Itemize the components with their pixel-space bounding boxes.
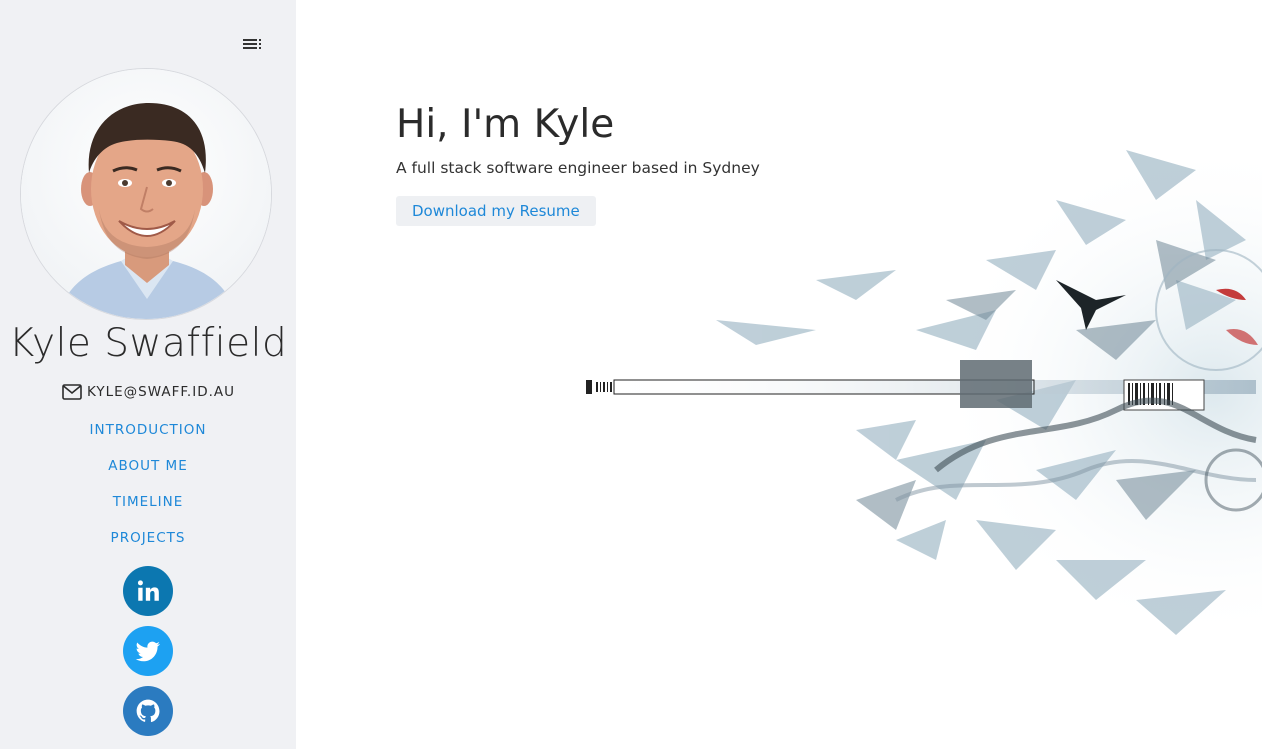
sidebar-nav: INTRODUCTION ABOUT ME TIMELINE PROJECTS [0,418,296,562]
main-content: Hi, I'm Kyle A full stack software engin… [296,0,1262,749]
nav-about-me[interactable]: ABOUT ME [0,454,296,490]
mail-icon [62,384,82,400]
avatar [20,68,272,320]
linkedin-button[interactable] [123,566,173,616]
email-text: KYLE@SWAFF.ID.AU [86,384,236,400]
github-button[interactable] [123,686,173,736]
menu-toggle-icon[interactable] [240,34,264,54]
twitter-button[interactable] [123,626,173,676]
email-link[interactable]: KYLE@SWAFF.ID.AU [0,383,296,401]
app-root: Kyle Swaffield KYLE@SWAFF.ID.AU INTRODUC… [0,0,1262,749]
hero-headline: Hi, I'm Kyle [396,102,615,147]
download-resume-button[interactable]: Download my Resume [396,196,596,226]
github-icon [136,699,160,723]
nav-projects[interactable]: PROJECTS [0,526,296,562]
sidebar: Kyle Swaffield KYLE@SWAFF.ID.AU INTRODUC… [0,0,296,749]
hero-tagline: A full stack software engineer based in … [396,159,760,177]
nav-introduction[interactable]: INTRODUCTION [0,418,296,454]
nav-timeline[interactable]: TIMELINE [0,490,296,526]
twitter-icon [135,641,161,662]
linkedin-icon [137,580,159,601]
profile-name: Kyle Swaffield [8,321,288,366]
